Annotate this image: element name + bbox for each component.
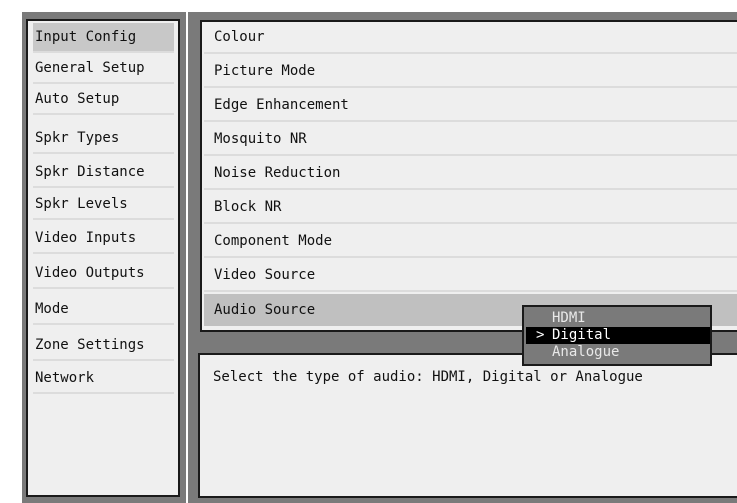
sidebar-item-label: Input Config <box>35 29 137 45</box>
sidebar-item-label: Mode <box>35 301 69 317</box>
sidebar-item-video-inputs[interactable]: Video Inputs <box>33 224 174 254</box>
sidebar-item-mode[interactable]: Mode <box>33 295 174 325</box>
sidebar-item-label: Video Inputs <box>35 230 137 246</box>
dropdown-option-digital[interactable]: > Digital <box>526 327 710 344</box>
setting-component-mode[interactable]: Component Mode <box>204 226 737 258</box>
setting-label: Edge Enhancement <box>214 97 349 113</box>
setting-label: Colour <box>214 29 265 45</box>
sidebar-item-general-setup[interactable]: General Setup <box>33 54 174 84</box>
sidebar-item-label: Zone Settings <box>35 337 145 353</box>
sidebar-item-video-outputs[interactable]: Video Outputs <box>33 259 174 289</box>
sidebar-item-label: General Setup <box>35 60 145 76</box>
dropdown-option-analogue[interactable]: Analogue <box>526 344 710 361</box>
sidebar-item-auto-setup[interactable]: Auto Setup <box>33 85 174 115</box>
sidebar-item-label: Spkr Distance <box>35 164 145 180</box>
sidebar-item-label: Spkr Levels <box>35 196 128 212</box>
setting-label: Video Source <box>214 267 316 283</box>
selection-caret-icon: > <box>536 327 545 343</box>
sidebar-item-label: Network <box>35 370 95 386</box>
setting-label: Component Mode <box>214 233 333 249</box>
sidebar-item-zone-settings[interactable]: Zone Settings <box>33 331 174 361</box>
help-text: Select the type of audio: HDMI, Digital … <box>213 369 643 385</box>
setting-label: Picture Mode <box>214 63 316 79</box>
sidebar-item-spkr-distance[interactable]: Spkr Distance <box>33 158 174 188</box>
sidebar-item-input-config[interactable]: Input Config <box>33 23 174 53</box>
setting-label: Mosquito NR <box>214 131 307 147</box>
dropdown-option-label: Analogue <box>552 344 620 360</box>
setting-label: Audio Source <box>214 302 316 318</box>
sidebar-item-spkr-levels[interactable]: Spkr Levels <box>33 190 174 220</box>
setting-mosquito-nr[interactable]: Mosquito NR <box>204 124 737 156</box>
setting-colour[interactable]: Colour <box>204 22 737 54</box>
setting-label: Block NR <box>214 199 282 215</box>
sidebar-item-network[interactable]: Network <box>33 364 174 394</box>
sidebar-item-label: Spkr Types <box>35 130 120 146</box>
setting-edge-enhancement[interactable]: Edge Enhancement <box>204 90 737 122</box>
setting-block-nr[interactable]: Block NR <box>204 192 737 224</box>
dropdown-option-label: HDMI <box>552 310 586 326</box>
dropdown-option-label: Digital <box>552 327 612 343</box>
sidebar-item-label: Video Outputs <box>35 265 145 281</box>
setting-picture-mode[interactable]: Picture Mode <box>204 56 737 88</box>
setting-video-source[interactable]: Video Source <box>204 260 737 292</box>
sidebar-item-label: Auto Setup <box>35 91 120 107</box>
dropdown-option-hdmi[interactable]: HDMI <box>526 310 710 327</box>
setting-noise-reduction[interactable]: Noise Reduction <box>204 158 737 190</box>
audio-source-dropdown[interactable]: HDMI > Digital Analogue <box>522 305 712 366</box>
sidebar-item-spkr-types[interactable]: Spkr Types <box>33 124 174 154</box>
setting-label: Noise Reduction <box>214 165 341 181</box>
